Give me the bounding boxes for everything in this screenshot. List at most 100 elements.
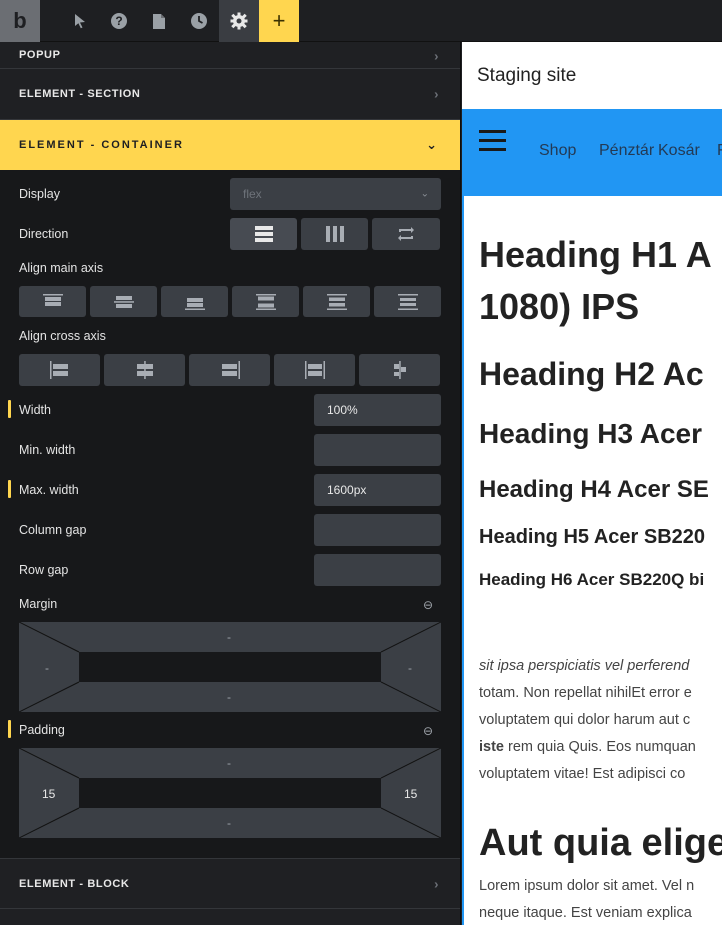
margin-right-input[interactable]: - <box>408 661 412 675</box>
display-select[interactable]: flex ⌄ <box>230 178 441 210</box>
direction-options <box>230 218 440 250</box>
heading-h1-line2: 1080) IPS <box>479 286 640 327</box>
paragraph-line-1: sit ipsa perspiciatis vel perferend <box>479 658 690 674</box>
big-heading: Aut quia elige <box>479 822 722 864</box>
direction-column-button[interactable] <box>230 218 297 250</box>
align-cross-center-button[interactable] <box>104 354 185 386</box>
paragraph-line-4: iste rem quia Quis. Eos numquan <box>479 734 696 761</box>
align-cross-end-button[interactable] <box>189 354 270 386</box>
paragraph-line-4-rest: rem quia Quis. Eos numquan <box>504 739 696 755</box>
width-label: Width <box>19 403 51 417</box>
accordion-section-label: ELEMENT - SECTION <box>19 88 141 100</box>
chevron-right-icon: › <box>434 86 439 102</box>
cross-center-icon <box>136 361 153 379</box>
pointer-icon[interactable] <box>60 0 100 42</box>
column-gap-input[interactable] <box>314 514 441 546</box>
site-title[interactable]: Staging site <box>477 65 576 87</box>
align-cross-axis-label: Align cross axis <box>19 329 106 343</box>
align-main-start-button[interactable] <box>19 286 86 317</box>
settings-panel: POPUP › ELEMENT - SECTION › ELEMENT - CO… <box>0 42 461 925</box>
builder-logo[interactable]: b <box>0 0 40 42</box>
top-toolbar: b ? + <box>0 0 722 42</box>
page-preview[interactable]: Staging site Shop Pénztár Kosár F Headin… <box>462 42 722 925</box>
align-main-space-evenly-button[interactable] <box>374 286 441 317</box>
help-icon[interactable]: ? <box>99 0 139 42</box>
accordion-popup-label: POPUP <box>19 49 61 61</box>
space-evenly-icon <box>397 293 418 310</box>
padding-bottom-input[interactable]: - <box>227 816 231 830</box>
align-main-center-button[interactable] <box>90 286 157 317</box>
align-cross-stretch-button[interactable] <box>274 354 355 386</box>
link-icon[interactable]: ⊖ <box>423 598 433 612</box>
accordion-container-label: ELEMENT - CONTAINER <box>19 139 184 151</box>
nav-item-more[interactable]: F <box>717 142 722 160</box>
chevron-down-icon: ⌄ <box>426 137 439 152</box>
space-between-icon <box>255 293 276 310</box>
accordion-next[interactable] <box>0 909 460 925</box>
align-main-axis-options <box>19 286 441 317</box>
padding-top-input[interactable]: - <box>227 756 231 770</box>
preview-content: Heading H1 A 1080) IPS Heading H2 Ac Hea… <box>462 196 722 925</box>
chevron-right-icon: › <box>434 48 439 64</box>
heading-h2: Heading H2 Ac <box>479 356 704 392</box>
accordion-element-block[interactable]: ELEMENT - BLOCK › <box>0 858 460 909</box>
margin-top-input[interactable]: - <box>227 630 231 644</box>
accordion-popup[interactable]: POPUP › <box>0 42 460 69</box>
padding-box: - 15 15 - <box>19 748 441 838</box>
row-gap-input[interactable] <box>314 554 441 586</box>
cross-baseline-icon <box>393 361 406 379</box>
padding-right-input[interactable]: 15 <box>404 787 417 801</box>
align-cross-start-button[interactable] <box>19 354 100 386</box>
heading-h6: Heading H6 Acer SB220Q bi <box>479 570 705 589</box>
margin-bottom-input[interactable]: - <box>227 690 231 704</box>
paragraph-line-3: voluptatem qui dolor harum aut c <box>479 712 691 728</box>
margin-box-inner <box>79 652 381 682</box>
max-width-input[interactable]: 1600px <box>314 474 441 506</box>
cross-start-icon <box>49 361 68 379</box>
settings-icon[interactable] <box>219 0 259 42</box>
margin-left-input[interactable]: - <box>45 661 49 675</box>
align-cross-baseline-button[interactable] <box>359 354 440 386</box>
reverse-icon <box>398 227 414 241</box>
margin-label: Margin <box>19 597 58 611</box>
padding-box-inner <box>79 778 381 808</box>
nav-item-kosar[interactable]: Kosár <box>658 142 700 160</box>
width-input[interactable]: 100% <box>314 394 441 426</box>
direction-label: Direction <box>19 227 69 241</box>
paragraph-bold-word: iste <box>479 739 504 755</box>
width-modified-marker <box>8 400 11 418</box>
lorem-line-1: Lorem ipsum dolor sit amet. Vel n <box>479 878 695 894</box>
link-icon[interactable]: ⊖ <box>423 724 433 738</box>
align-main-axis-label: Align main axis <box>19 261 104 275</box>
align-end-icon <box>184 297 205 310</box>
align-main-space-around-button[interactable] <box>303 286 370 317</box>
chevron-down-icon: ⌄ <box>420 188 429 200</box>
add-element-button[interactable]: + <box>259 0 299 42</box>
min-width-label: Min. width <box>19 443 76 457</box>
min-width-input[interactable] <box>314 434 441 466</box>
accordion-element-section[interactable]: ELEMENT - SECTION › <box>0 69 460 120</box>
nav-item-penztar[interactable]: Pénztár <box>599 142 654 160</box>
space-around-icon <box>326 293 347 310</box>
display-value: flex <box>243 187 262 201</box>
direction-reverse-button[interactable] <box>372 218 440 250</box>
direction-row-button[interactable] <box>301 218 368 250</box>
padding-left-input[interactable]: 15 <box>42 787 55 801</box>
heading-h1-line1: Heading H1 A <box>479 234 712 275</box>
heading-h4: Heading H4 Acer SE <box>479 476 709 503</box>
page-icon[interactable] <box>139 0 179 42</box>
align-cross-axis-options <box>19 354 440 386</box>
max-width-modified-marker <box>8 480 11 498</box>
max-width-label: Max. width <box>19 483 79 497</box>
accordion-element-container[interactable]: ELEMENT - CONTAINER ⌄ <box>0 120 460 170</box>
cross-end-icon <box>221 361 240 379</box>
hamburger-icon[interactable] <box>479 130 506 157</box>
paragraph-line-5: voluptatem vitae! Est adipisci co <box>479 766 686 782</box>
history-icon[interactable] <box>179 0 219 42</box>
align-main-end-button[interactable] <box>161 286 228 317</box>
align-main-space-between-button[interactable] <box>232 286 299 317</box>
column-gap-label: Column gap <box>19 523 87 537</box>
accordion-block-label: ELEMENT - BLOCK <box>19 877 130 890</box>
nav-item-shop[interactable]: Shop <box>539 142 576 160</box>
paragraph-line-2: totam. Non repellat nihilEt error e <box>479 685 692 701</box>
